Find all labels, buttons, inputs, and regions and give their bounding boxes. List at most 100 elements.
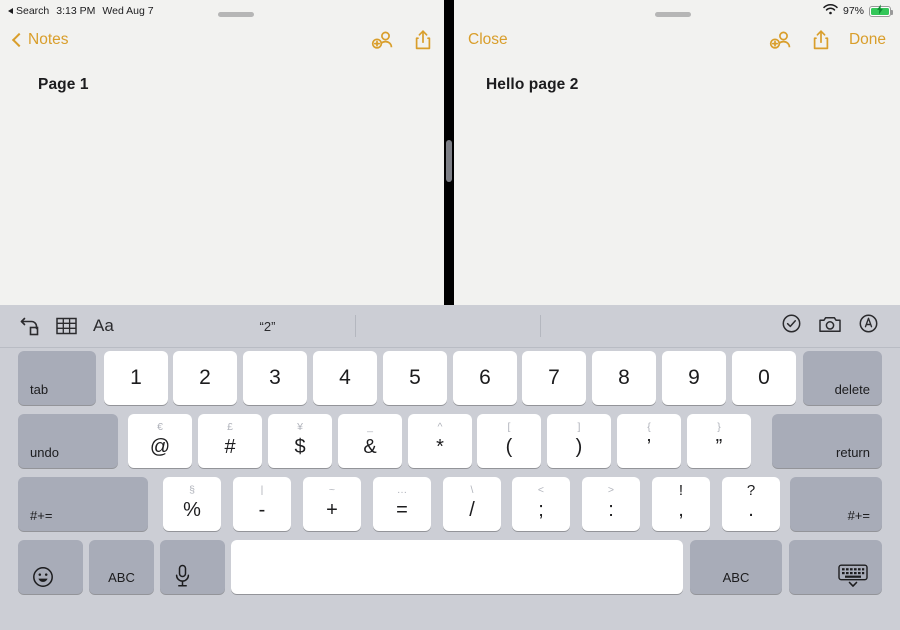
checklist-circle-icon[interactable] [782,314,801,338]
key-1[interactable]: 1 [104,351,168,405]
multitask-drag-handle[interactable] [218,12,254,17]
share-icon[interactable] [812,29,830,51]
suggestion-candidate[interactable]: “2” [180,305,355,347]
redo-arrow-icon[interactable] [20,317,40,336]
key-2[interactable]: 2 [173,351,237,405]
key-[interactable]: <; [512,477,570,531]
key-7[interactable]: 7 [522,351,586,405]
key-label: undo [30,445,59,460]
key-[interactable]: >: [582,477,640,531]
key-label: #+= [30,508,53,523]
key-primary-label: , [678,499,684,521]
key-[interactable]: \ / [443,477,501,531]
key-8[interactable]: 8 [592,351,656,405]
table-icon[interactable] [56,317,77,335]
split-view-divider[interactable] [444,0,454,305]
right-note-title[interactable]: Hello page 2 [486,76,900,94]
key-ABC[interactable]: ABC [89,540,154,594]
key-primary-label: 1 [130,366,142,389]
close-button[interactable]: Close [468,31,508,49]
key-secondary-label: \ [470,484,474,496]
key-primary-label: 7 [548,366,560,389]
key-secondary-label: £ [227,421,233,433]
camera-icon[interactable] [819,315,841,338]
key-[interactable]: _ & [338,414,402,468]
key-undo[interactable]: undo [18,414,118,468]
key-dismisskeyboard[interactable] [789,540,882,594]
key-ABC[interactable]: ABC [690,540,782,594]
key-primary-label: 9 [688,366,700,389]
key-[interactable]: [( [477,414,541,468]
key-5[interactable]: 5 [383,351,447,405]
key-[interactable]: ~ + [303,477,361,531]
key-[interactable]: € @ [128,414,192,468]
key-space[interactable] [231,540,683,594]
done-button[interactable]: Done [849,31,886,49]
key-[interactable]: }” [687,414,751,468]
battery-percent-label: 97% [842,5,864,17]
back-label: Notes [28,31,69,48]
left-pane: Search 3:13 PM Wed Aug 7 Notes Page 1 [0,0,446,305]
key-[interactable]: #+= [18,477,148,531]
key-9[interactable]: 9 [662,351,726,405]
divider-grip[interactable] [446,140,452,182]
toolbar-right-icons [782,305,878,347]
key-4[interactable]: 4 [313,351,377,405]
status-bar-left-group: Search 3:13 PM Wed Aug 7 [8,5,154,17]
back-to-app-button[interactable]: Search [8,5,49,17]
key-microphone[interactable] [160,540,225,594]
key-label: ABC [722,570,750,585]
emoji-smiley-icon [32,566,54,588]
key-primary-label: ’ [646,436,652,458]
key-0[interactable]: 0 [732,351,796,405]
key-label: return [836,445,870,460]
key-label: #+= [847,508,870,523]
key-[interactable]: | - [233,477,291,531]
add-person-icon[interactable] [769,30,793,50]
markup-pen-icon[interactable] [859,314,878,338]
key-primary-label: 0 [758,366,770,389]
toolbar-divider-2 [540,315,541,337]
microphone-icon [174,564,191,588]
clock-label: 3:13 PM [56,5,96,17]
key-primary-label: . [748,499,754,521]
toolbar-left-icons: Aa [20,305,114,347]
key-[interactable]: ]) [547,414,611,468]
status-bar-left: Search 3:13 PM Wed Aug 7 [0,0,446,22]
key-delete[interactable]: delete [803,351,882,405]
key-primary-label: & [363,436,377,458]
key-primary-label: 8 [618,366,630,389]
key-secondary-label: } [717,421,721,433]
key-[interactable]: ^ * [408,414,472,468]
add-person-icon[interactable] [371,30,395,50]
key-primary-label: ; [538,499,544,521]
key-[interactable]: #+= [790,477,882,531]
key-primary-label: / [469,499,475,521]
key-[interactable]: ?. [722,477,780,531]
key-6[interactable]: 6 [453,351,517,405]
key-return[interactable]: return [772,414,882,468]
key-3[interactable]: 3 [243,351,307,405]
key-[interactable]: £ # [198,414,262,468]
keyboard-row-3: #+= §% | - ~ +… = \ / <; >:!,?. #+= [0,473,900,535]
keyboard-row-1: tab 1 2 3 4 5 6 7 8 9 0 delete [0,347,900,409]
left-note-title[interactable]: Page 1 [38,76,446,94]
ipad-screen: Search 3:13 PM Wed Aug 7 Notes Page 1 97… [0,0,900,630]
key-[interactable]: §% [163,477,221,531]
charging-bolt-icon [877,4,884,18]
text-format-button[interactable]: Aa [93,316,114,336]
multitask-drag-handle-right[interactable] [655,12,691,17]
back-to-notes-button[interactable]: Notes [11,31,69,49]
triangle-left-icon [8,8,13,14]
key-emojismiley[interactable] [18,540,83,594]
wifi-icon [823,4,838,18]
key-[interactable]: … = [373,477,431,531]
key-label: ABC [108,570,135,585]
share-icon[interactable] [414,29,432,51]
key-[interactable]: {’ [617,414,681,468]
key-tab[interactable]: tab [18,351,96,405]
key-secondary-label: [ [507,421,511,433]
key-primary-label: ) [575,436,583,458]
key-[interactable]: !, [652,477,710,531]
key-[interactable]: ¥ $ [268,414,332,468]
